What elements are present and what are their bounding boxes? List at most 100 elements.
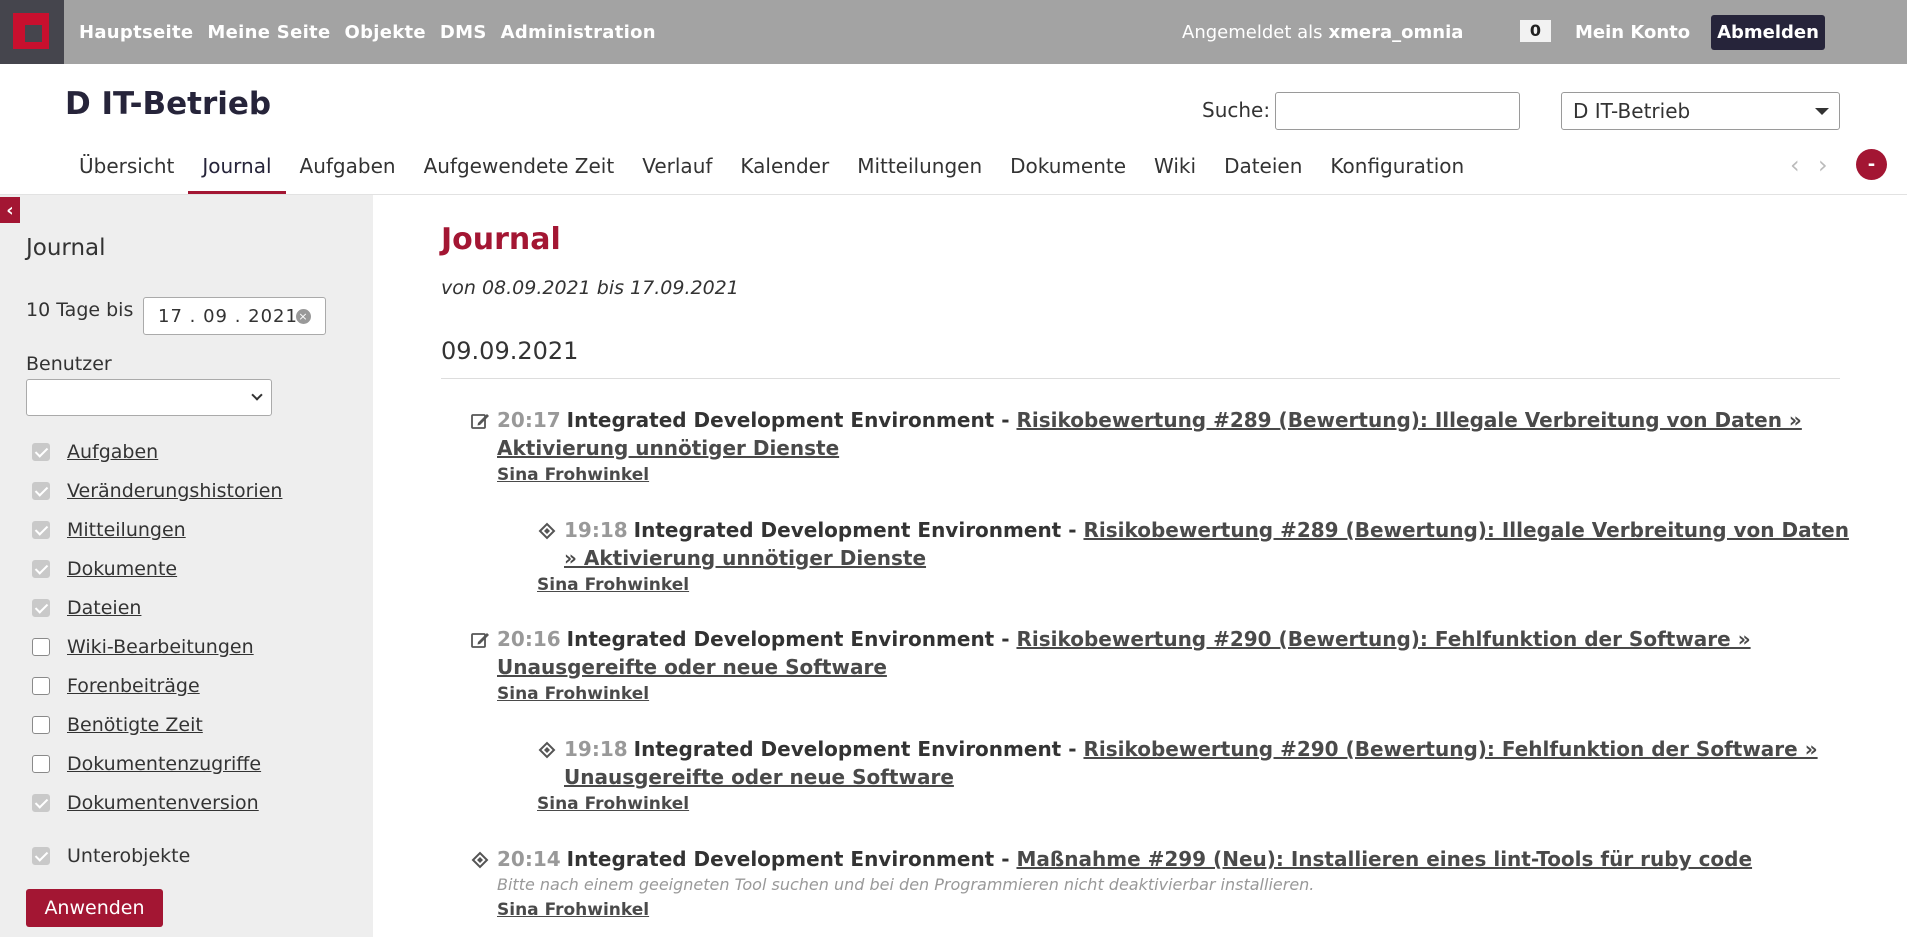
filter-checkbox[interactable] — [32, 638, 50, 656]
entry-project: Integrated Development Environment - — [566, 627, 1017, 651]
user-filter-select[interactable] — [26, 379, 272, 416]
entry-time: 19:18 — [564, 518, 628, 542]
sidebar-collapse-icon[interactable]: ‹ — [0, 197, 20, 223]
logout-button[interactable]: Abmelden — [1711, 15, 1825, 50]
project-jump-select[interactable]: D IT-Betrieb — [1561, 92, 1840, 130]
filter-label[interactable]: Forenbeiträge — [67, 675, 200, 697]
filter-label[interactable]: Dokumente — [67, 558, 177, 580]
nav-administration[interactable]: Administration — [501, 22, 656, 43]
filter-checkbox[interactable] — [32, 560, 50, 578]
date-value: 17 . 09 . 2021 — [158, 305, 298, 327]
tabs-more-button[interactable]: - — [1856, 149, 1887, 180]
filter-label[interactable]: Wiki-Bearbeitungen — [67, 636, 254, 658]
filter-checkbox[interactable] — [32, 755, 50, 773]
logged-in-info: Angemeldet als xmera_omnia — [1182, 0, 1463, 64]
filter-label[interactable]: Veränderungshistorien — [67, 480, 282, 502]
filter-label[interactable]: Dokumentenversion — [67, 792, 259, 814]
ticket-icon — [471, 851, 489, 869]
entry-link-continued[interactable]: Aktivierung unnötiger Dienste — [497, 436, 839, 460]
nav-dms[interactable]: DMS — [440, 22, 487, 43]
tabs-scroll-left-icon[interactable]: ‹ — [1790, 151, 1800, 179]
entry-link-continued[interactable]: » Aktivierung unnötiger Dienste — [564, 546, 926, 570]
filter-checkbox[interactable] — [32, 443, 50, 461]
apply-button[interactable]: Anwenden — [26, 889, 163, 927]
nav-my-page[interactable]: Meine Seite — [207, 22, 330, 43]
filter-checkbox[interactable] — [32, 716, 50, 734]
tab-files[interactable]: Dateien — [1210, 146, 1316, 194]
filter-checkbox[interactable] — [32, 847, 50, 865]
tab-issues[interactable]: Aufgaben — [286, 146, 410, 194]
tabs-scroll-right-icon[interactable]: › — [1818, 151, 1828, 179]
journal-entry: 19:18 Integrated Development Environment … — [537, 516, 1867, 598]
my-account-link[interactable]: Mein Konto — [1575, 0, 1690, 64]
entry-time: 19:18 — [564, 737, 628, 761]
filter-checkbox[interactable] — [32, 677, 50, 695]
entry-project: Integrated Development Environment - — [566, 408, 1017, 432]
project-select-value: D IT-Betrieb — [1573, 99, 1691, 123]
filter-wiki-edits[interactable]: Wiki-Bearbeitungen — [32, 636, 254, 658]
entry-link-continued[interactable]: Unausgereifte oder neue Software — [497, 655, 887, 679]
entry-link[interactable]: Risikobewertung #290 (Bewertung): Fehlfu… — [1016, 627, 1750, 651]
tab-documents[interactable]: Dokumente — [996, 146, 1140, 194]
filter-news[interactable]: Mitteilungen — [32, 519, 186, 541]
tab-calendar[interactable]: Kalender — [726, 146, 843, 194]
entry-author[interactable]: Sina Frohwinkel — [537, 791, 1867, 817]
filter-checkbox[interactable] — [32, 599, 50, 617]
journal-entry: 19:18 Integrated Development Environment … — [537, 735, 1867, 817]
entry-author[interactable]: Sina Frohwinkel — [537, 572, 1867, 598]
journal-entry: 20:16 Integrated Development Environment … — [470, 625, 1860, 707]
entry-author[interactable]: Sina Frohwinkel — [497, 462, 1860, 488]
filter-label[interactable]: Aufgaben — [67, 441, 158, 463]
user-filter-label: Benutzer — [26, 353, 112, 375]
filter-forum-posts[interactable]: Forenbeiträge — [32, 675, 200, 697]
filter-changesets[interactable]: Veränderungshistorien — [32, 480, 282, 502]
filter-checkbox[interactable] — [32, 521, 50, 539]
top-menu-bar: Hauptseite Meine Seite Objekte DMS Admin… — [0, 0, 1907, 64]
edit-icon — [471, 414, 489, 429]
tab-overview[interactable]: Übersicht — [65, 146, 188, 194]
tab-history[interactable]: Verlauf — [628, 146, 726, 194]
tab-spent-time[interactable]: Aufgewendete Zeit — [410, 146, 629, 194]
entry-author[interactable]: Sina Frohwinkel — [497, 681, 1860, 707]
tab-configuration[interactable]: Konfiguration — [1316, 146, 1478, 194]
tab-wiki[interactable]: Wiki — [1140, 146, 1210, 194]
dropdown-caret-icon — [1815, 108, 1829, 115]
entry-author[interactable]: Sina Frohwinkel — [497, 897, 1860, 923]
tab-news[interactable]: Mitteilungen — [843, 146, 996, 194]
chevron-down-icon — [251, 389, 263, 401]
sidebar-heading: Journal — [26, 235, 106, 261]
filter-label[interactable]: Benötigte Zeit — [67, 714, 203, 736]
tab-journal[interactable]: Journal — [188, 146, 286, 194]
filter-files[interactable]: Dateien — [32, 597, 141, 619]
logged-in-username[interactable]: xmera_omnia — [1329, 22, 1464, 43]
entry-link[interactable]: Maßnahme #299 (Neu): Installieren eines … — [1016, 847, 1752, 871]
filter-time-entries[interactable]: Benötigte Zeit — [32, 714, 203, 736]
search-input[interactable] — [1275, 92, 1520, 130]
project-tabs: Übersicht Journal Aufgaben Aufgewendete … — [65, 146, 1478, 194]
filter-subprojects[interactable]: Unterobjekte — [32, 845, 190, 867]
filter-label[interactable]: Unterobjekte — [67, 845, 190, 867]
nav-projects[interactable]: Objekte — [344, 22, 425, 43]
app-logo[interactable] — [0, 0, 64, 64]
filter-document-access[interactable]: Dokumentenzugriffe — [32, 753, 261, 775]
date-input[interactable]: 17 . 09 . 2021 × — [143, 297, 326, 335]
entry-link[interactable]: Risikobewertung #290 (Bewertung): Fehlfu… — [1083, 737, 1817, 761]
clear-date-icon[interactable]: × — [296, 309, 311, 324]
date-range: von 08.09.2021 bis 17.09.2021 — [441, 277, 739, 299]
filter-label[interactable]: Mitteilungen — [67, 519, 186, 541]
filter-issues[interactable]: Aufgaben — [32, 441, 158, 463]
notification-count-badge[interactable]: 0 — [1520, 20, 1551, 42]
filter-checkbox[interactable] — [32, 482, 50, 500]
filter-checkbox[interactable] — [32, 794, 50, 812]
entry-link[interactable]: Risikobewertung #289 (Bewertung): Illega… — [1083, 518, 1848, 542]
entry-link[interactable]: Risikobewertung #289 (Bewertung): Illega… — [1016, 408, 1801, 432]
entry-description: Bitte nach einem geeigneten Tool suchen … — [497, 875, 1315, 894]
filter-documents[interactable]: Dokumente — [32, 558, 177, 580]
nav-home[interactable]: Hauptseite — [79, 22, 193, 43]
journal-entry: 20:14 Integrated Development Environment … — [470, 845, 1860, 923]
filter-document-versions[interactable]: Dokumentenversion — [32, 792, 259, 814]
entry-project: Integrated Development Environment - — [566, 847, 1017, 871]
entry-link-continued[interactable]: Unausgereifte oder neue Software — [564, 765, 954, 789]
filter-label[interactable]: Dateien — [67, 597, 141, 619]
filter-label[interactable]: Dokumentenzugriffe — [67, 753, 261, 775]
